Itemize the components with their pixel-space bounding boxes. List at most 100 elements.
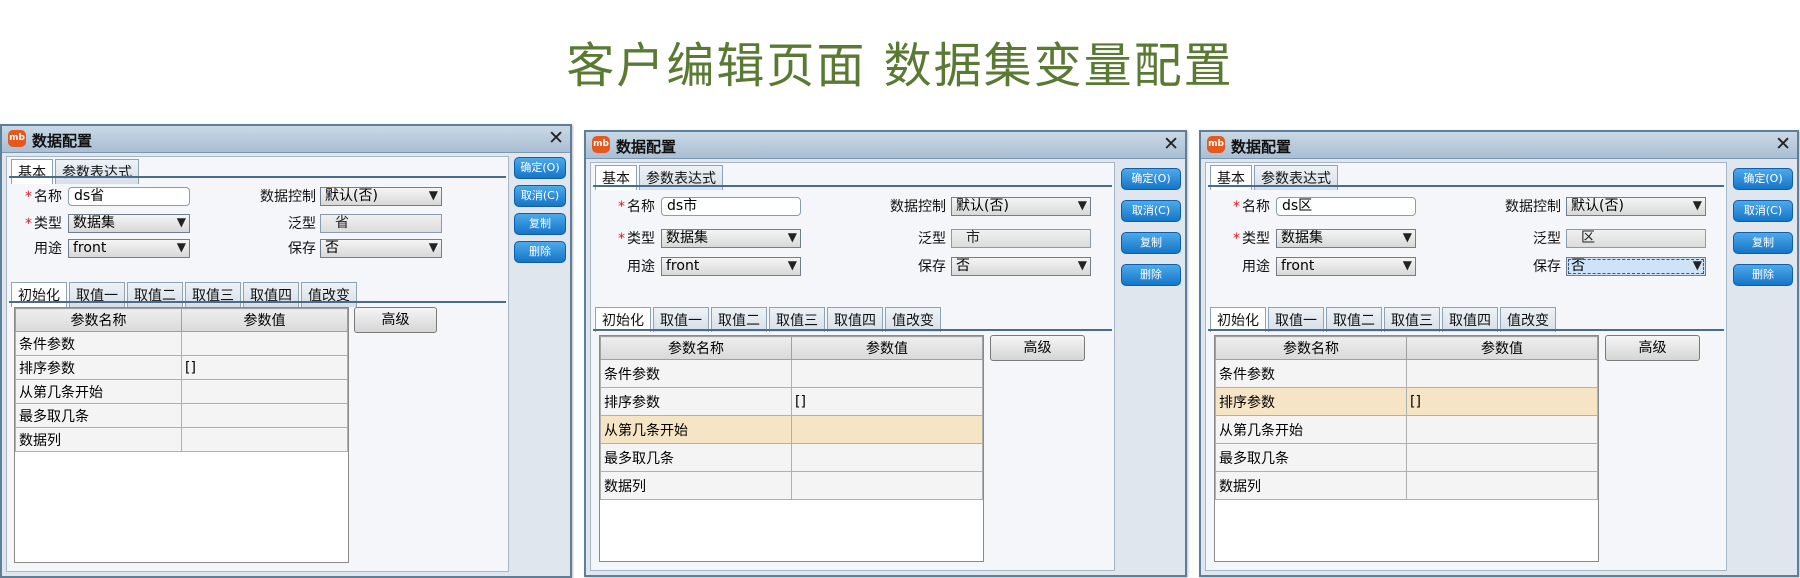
delete-button[interactable]: 删除 — [514, 241, 566, 263]
advanced-button[interactable]: 高级 — [990, 335, 1085, 361]
subtab-init[interactable]: 初始化 — [11, 282, 67, 307]
subtab-value-one[interactable]: 取值一 — [69, 282, 125, 307]
copy-button[interactable]: 复制 — [514, 213, 566, 235]
cancel-button[interactable]: 取消(C) — [514, 185, 566, 207]
table-row[interactable]: 数据列 — [15, 427, 348, 452]
subtab-value-two[interactable]: 取值二 — [127, 282, 183, 307]
ok-button[interactable]: 确定(O) — [1121, 168, 1181, 190]
param-name-cell[interactable]: 数据列 — [1215, 471, 1407, 500]
save-select[interactable]: 否 ▼ — [951, 257, 1091, 276]
type-select[interactable]: 数据集 ▼ — [1276, 229, 1416, 248]
ok-button[interactable]: 确定(O) — [1733, 168, 1793, 190]
cancel-button[interactable]: 取消(C) — [1121, 200, 1181, 222]
required-mark: * — [25, 216, 32, 232]
param-name-cell[interactable]: 条件参数 — [15, 331, 182, 356]
save-select[interactable]: 否 ▼ — [320, 239, 442, 258]
close-icon[interactable]: ✕ — [1163, 133, 1179, 155]
tab-param-expression[interactable]: 参数表达式 — [55, 159, 139, 184]
column-header-param-value[interactable]: 参数值 — [791, 336, 983, 360]
param-name-cell[interactable]: 从第几条开始 — [600, 415, 792, 444]
param-value-cell[interactable] — [791, 471, 983, 500]
data-control-select[interactable]: 默认(否) ▼ — [1566, 197, 1706, 216]
tab-basic[interactable]: 基本 — [11, 159, 53, 184]
table-row[interactable]: 从第几条开始 — [15, 379, 348, 404]
dialog-titlebar[interactable]: mb 数据配置 ✕ — [586, 132, 1185, 159]
param-value-cell[interactable] — [181, 379, 348, 404]
table-row[interactable]: 数据列 — [1215, 471, 1598, 500]
subtab-value-four[interactable]: 取值四 — [243, 282, 299, 307]
table-row[interactable]: 最多取几条 — [15, 403, 348, 428]
save-select[interactable]: 否 ▼ — [1566, 257, 1706, 276]
dialog-titlebar[interactable]: mb 数据配置 ✕ — [2, 126, 570, 153]
param-name-cell[interactable]: 从第几条开始 — [15, 379, 182, 404]
param-value-cell[interactable] — [181, 403, 348, 428]
param-name-cell[interactable]: 数据列 — [15, 427, 182, 452]
dialog-titlebar[interactable]: mb 数据配置 ✕ — [1201, 132, 1797, 159]
param-value-cell[interactable] — [791, 415, 983, 444]
param-value-cell[interactable]: [] — [181, 355, 348, 380]
type-select[interactable]: 数据集 ▼ — [661, 229, 801, 248]
param-value-cell[interactable]: [] — [791, 387, 983, 416]
name-input[interactable]: ds省 — [68, 187, 190, 206]
param-value-cell[interactable] — [791, 359, 983, 388]
param-name-cell[interactable]: 排序参数 — [15, 355, 182, 380]
table-row[interactable]: 最多取几条 — [600, 443, 983, 472]
column-header-param-value[interactable]: 参数值 — [1406, 336, 1598, 360]
use-label: 用途 — [1242, 259, 1270, 275]
param-name-cell[interactable]: 最多取几条 — [1215, 443, 1407, 472]
param-name-cell[interactable]: 最多取几条 — [15, 403, 182, 428]
close-icon[interactable]: ✕ — [548, 127, 564, 149]
table-row[interactable]: 排序参数[] — [600, 387, 983, 416]
use-select[interactable]: front ▼ — [661, 257, 801, 276]
param-name-cell[interactable]: 条件参数 — [1215, 359, 1407, 388]
param-value-cell[interactable] — [1406, 359, 1598, 388]
param-value-cell[interactable] — [181, 331, 348, 356]
table-row[interactable]: 条件参数 — [600, 359, 983, 388]
copy-button[interactable]: 复制 — [1121, 232, 1181, 254]
param-value-cell[interactable] — [181, 427, 348, 452]
column-header-param-name[interactable]: 参数名称 — [1215, 336, 1407, 360]
advanced-button[interactable]: 高级 — [354, 307, 437, 333]
delete-button[interactable]: 删除 — [1121, 264, 1181, 286]
param-name-cell[interactable]: 最多取几条 — [600, 443, 792, 472]
param-name-cell[interactable]: 条件参数 — [600, 359, 792, 388]
use-select[interactable]: front ▼ — [1276, 257, 1416, 276]
subtab-value-three[interactable]: 取值三 — [185, 282, 241, 307]
chevron-down-icon: ▼ — [787, 230, 797, 244]
use-select[interactable]: front ▼ — [68, 239, 190, 258]
column-header-param-value[interactable]: 参数值 — [181, 308, 348, 332]
name-input[interactable]: ds市 — [661, 197, 801, 216]
ok-button[interactable]: 确定(O) — [514, 157, 566, 179]
param-value-cell[interactable] — [1406, 443, 1598, 472]
delete-button[interactable]: 删除 — [1733, 264, 1793, 286]
name-input[interactable]: ds区 — [1276, 197, 1416, 216]
param-value-cell[interactable] — [791, 443, 983, 472]
copy-button[interactable]: 复制 — [1733, 232, 1793, 254]
table-row[interactable]: 最多取几条 — [1215, 443, 1598, 472]
param-name-cell[interactable]: 排序参数 — [600, 387, 792, 416]
table-row[interactable]: 从第几条开始 — [1215, 415, 1598, 444]
table-row[interactable]: 条件参数 — [15, 331, 348, 356]
table-row[interactable]: 排序参数[] — [15, 355, 348, 380]
table-row[interactable]: 从第几条开始 — [600, 415, 983, 444]
param-name-cell[interactable]: 从第几条开始 — [1215, 415, 1407, 444]
data-control-select[interactable]: 默认(否) ▼ — [320, 187, 442, 206]
table-row[interactable]: 条件参数 — [1215, 359, 1598, 388]
param-name-cell[interactable]: 数据列 — [600, 471, 792, 500]
close-icon[interactable]: ✕ — [1775, 133, 1791, 155]
data-control-select[interactable]: 默认(否) ▼ — [951, 197, 1091, 216]
param-value-cell[interactable]: [] — [1406, 387, 1598, 416]
advanced-button[interactable]: 高级 — [1605, 335, 1700, 361]
column-header-param-name[interactable]: 参数名称 — [600, 336, 792, 360]
type-label: * 类型 — [7, 214, 62, 234]
param-value-cell[interactable] — [1406, 471, 1598, 500]
generic-label: 泛型 — [288, 216, 316, 232]
table-row[interactable]: 排序参数[] — [1215, 387, 1598, 416]
param-name-cell[interactable]: 排序参数 — [1215, 387, 1407, 416]
param-value-cell[interactable] — [1406, 415, 1598, 444]
column-header-param-name[interactable]: 参数名称 — [15, 308, 182, 332]
table-row[interactable]: 数据列 — [600, 471, 983, 500]
type-select[interactable]: 数据集 ▼ — [68, 214, 190, 233]
subtab-value-change[interactable]: 值改变 — [301, 282, 357, 307]
cancel-button[interactable]: 取消(C) — [1733, 200, 1793, 222]
